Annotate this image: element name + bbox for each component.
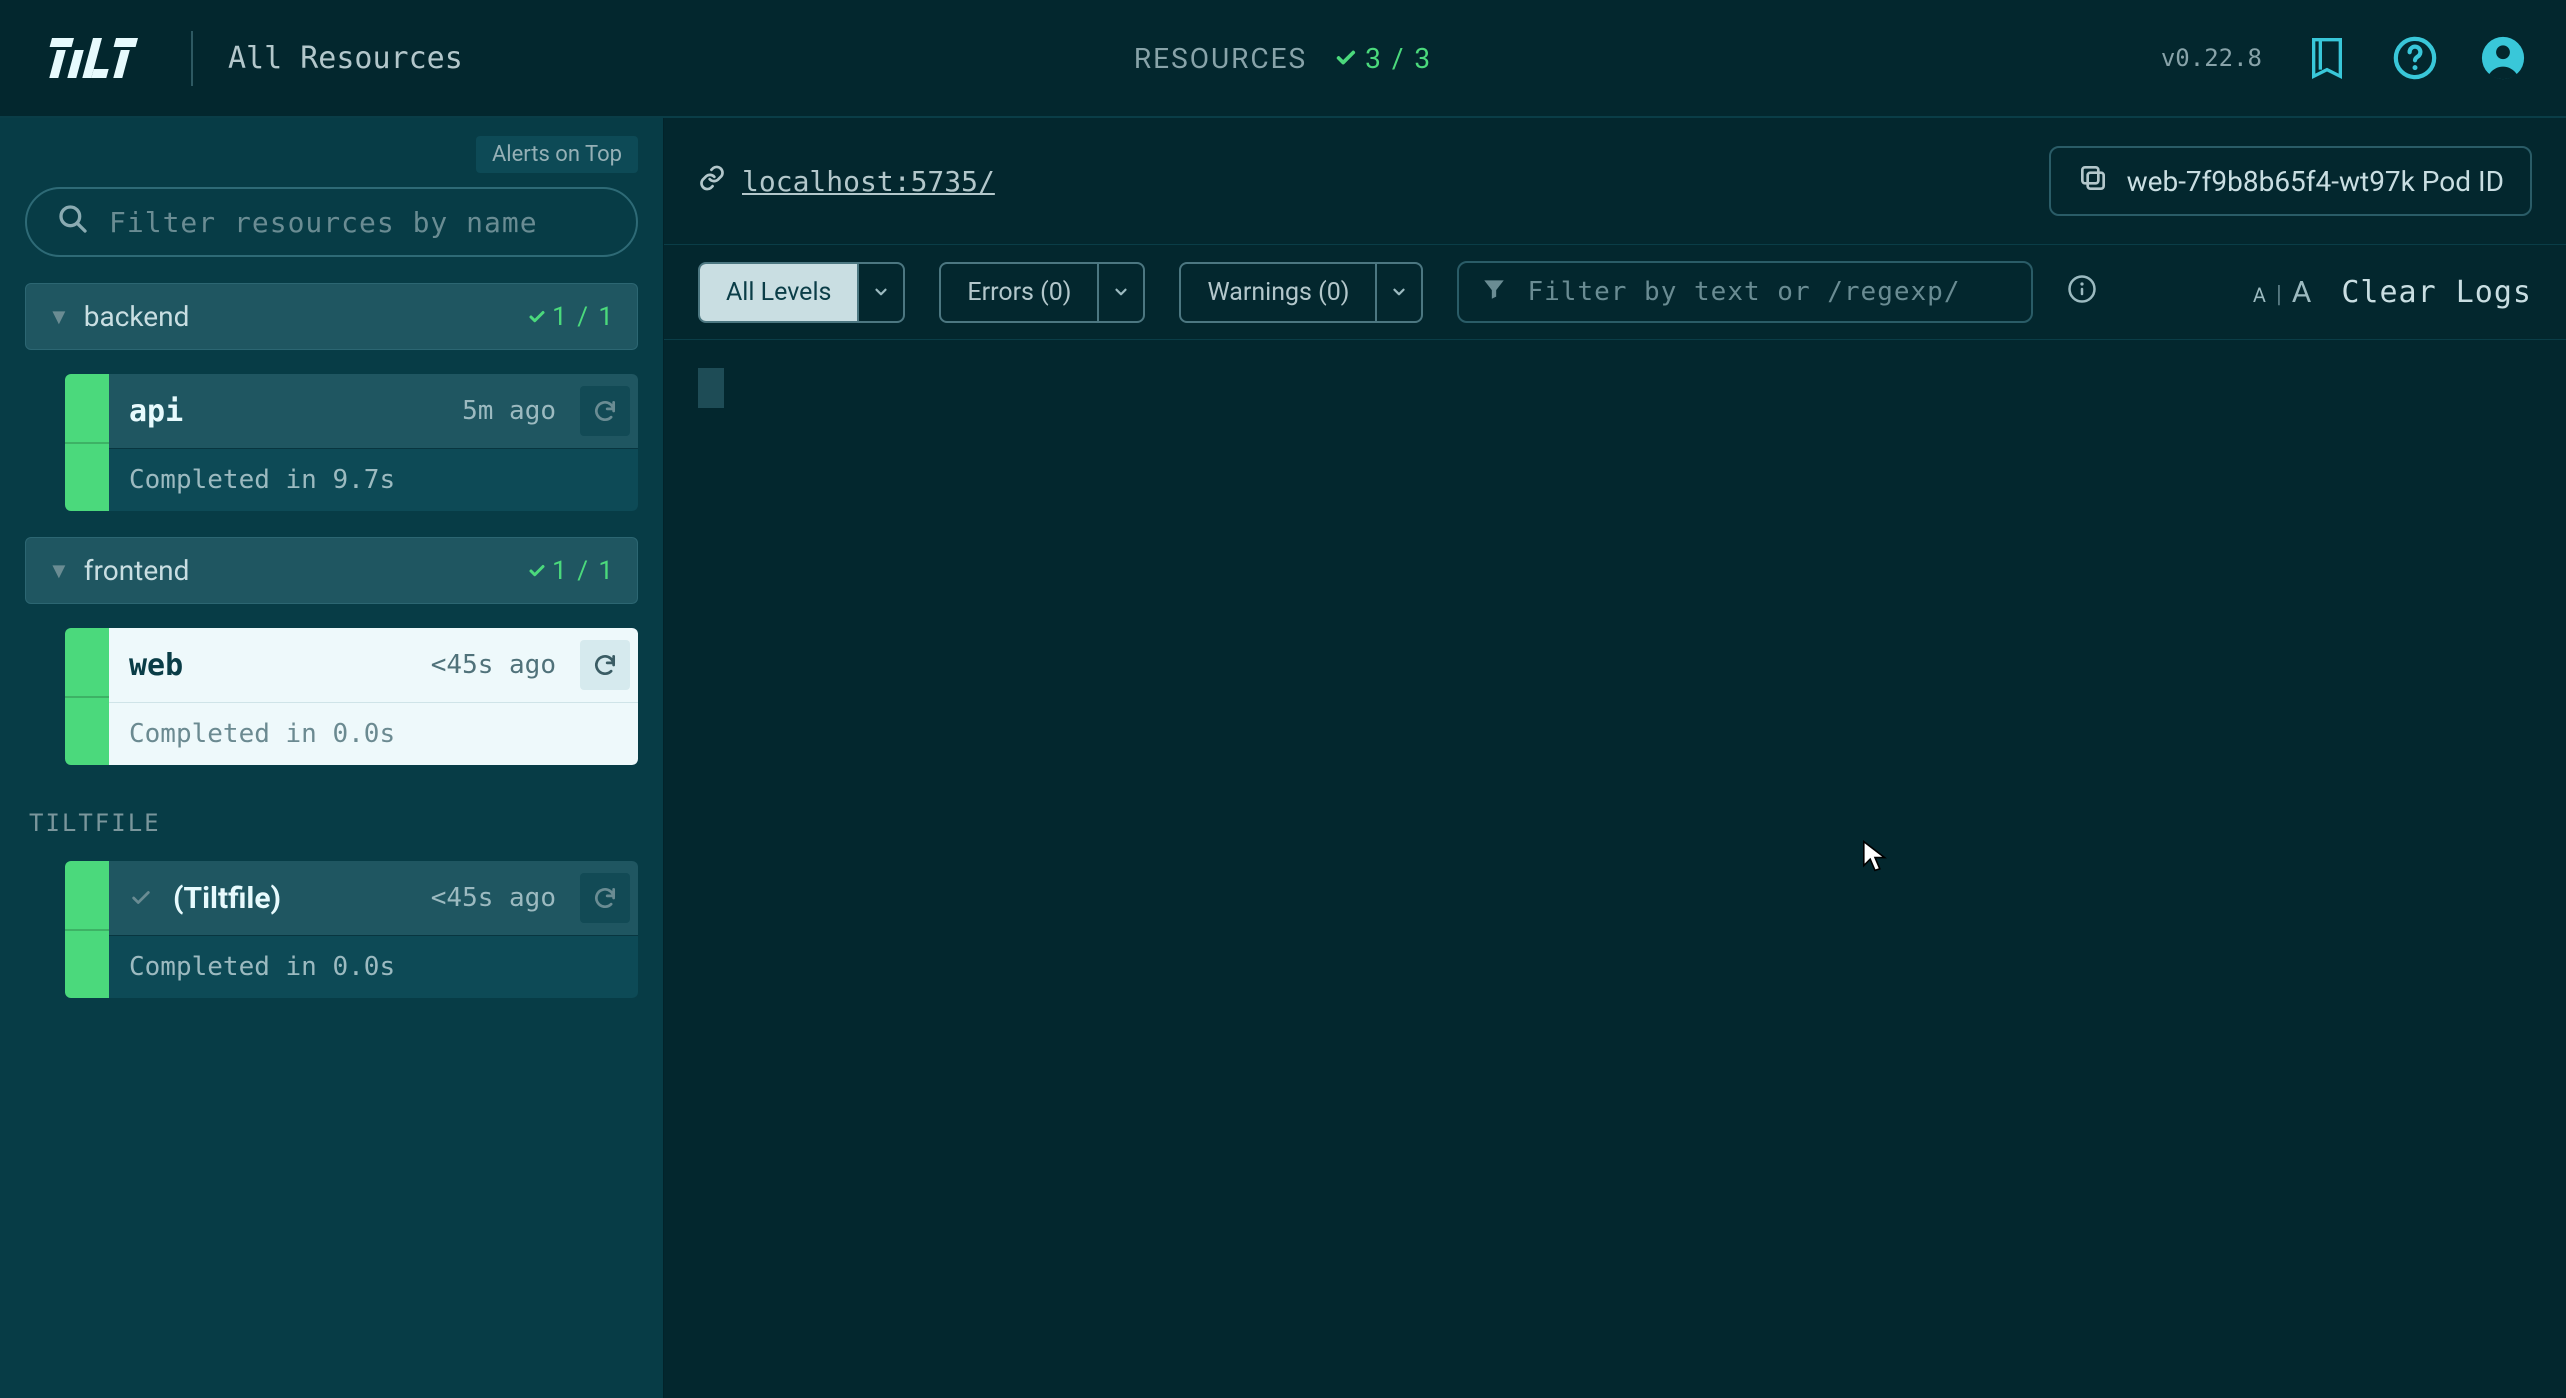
- font-large-icon: A: [2292, 275, 2312, 310]
- logo-divider: [191, 31, 193, 86]
- group-count: 1 / 1: [528, 556, 615, 586]
- log-area[interactable]: [664, 340, 2566, 1398]
- sidebar: Alerts on Top ▼ backend 1 / 1: [0, 118, 664, 1398]
- resources-count: 3 / 3: [1335, 42, 1432, 75]
- resource-status: Completed in 0.0s: [109, 935, 638, 998]
- topbar-right: v0.22.8: [2161, 35, 2526, 81]
- main: Alerts on Top ▼ backend 1 / 1: [0, 118, 2566, 1398]
- topbar: All Resources RESOURCES 3 / 3 v0.22.8: [0, 0, 2566, 118]
- check-icon: [123, 880, 159, 916]
- snapshots-icon[interactable]: [2304, 35, 2350, 81]
- resource-name: (Tiltfile): [173, 881, 417, 916]
- status-bar: [65, 628, 109, 765]
- refresh-icon: [592, 652, 618, 678]
- pod-id-copy[interactable]: web-7f9b8b65f4-wt97k Pod ID: [2049, 146, 2532, 216]
- font-size-toggle[interactable]: A | A: [2253, 275, 2311, 310]
- version-label: v0.22.8: [2161, 44, 2262, 72]
- endpoint-url[interactable]: localhost:5735/: [742, 165, 995, 198]
- log-gutter: [698, 368, 724, 408]
- resource-name: web: [129, 648, 417, 683]
- tiltfile-section-label: TILTFILE: [29, 809, 638, 837]
- topbar-center: RESOURCES 3 / 3: [1134, 42, 1432, 75]
- group-name: backend: [84, 300, 528, 333]
- endpoint-link[interactable]: localhost:5735/: [698, 164, 995, 198]
- group-count: 1 / 1: [528, 302, 615, 332]
- check-icon: [528, 562, 546, 580]
- log-level-warnings: Warnings (0): [1179, 262, 1423, 323]
- resource-time: <45s ago: [431, 883, 556, 913]
- group-header-frontend[interactable]: ▼ frontend 1 / 1: [25, 537, 638, 604]
- log-level-errors: Errors (0): [939, 262, 1145, 323]
- group-name: frontend: [84, 554, 528, 587]
- toolbar-right: A | A Clear Logs: [2253, 275, 2532, 310]
- font-small-icon: A: [2253, 283, 2266, 307]
- resource-status: Completed in 9.7s: [109, 448, 638, 511]
- check-icon: [528, 308, 546, 326]
- resource-card-tiltfile[interactable]: (Tiltfile) <45s ago Completed in 0.0s: [65, 861, 638, 998]
- clear-logs-button[interactable]: Clear Logs: [2341, 275, 2532, 310]
- resource-time: <45s ago: [431, 650, 556, 680]
- group-header-backend[interactable]: ▼ backend 1 / 1: [25, 283, 638, 350]
- refresh-button[interactable]: [580, 386, 630, 436]
- resource-time: 5m ago: [462, 396, 556, 426]
- errors-button[interactable]: Errors (0): [941, 264, 1097, 321]
- chevron-down-icon: ▼: [48, 558, 70, 584]
- refresh-button[interactable]: [580, 640, 630, 690]
- content-pane: localhost:5735/ web-7f9b8b65f4-wt97k Pod…: [664, 118, 2566, 1398]
- log-toolbar: All Levels Errors (0) Warnings (0): [664, 244, 2566, 340]
- resource-status: Completed in 0.0s: [109, 702, 638, 765]
- resources-label: RESOURCES: [1134, 42, 1307, 75]
- chevron-down-icon: [1112, 283, 1130, 301]
- all-levels-dropdown[interactable]: [857, 264, 903, 321]
- copy-icon: [2077, 162, 2109, 200]
- cursor-icon: [1862, 840, 1888, 872]
- resource-filter[interactable]: [25, 187, 638, 257]
- chevron-down-icon: ▼: [48, 304, 70, 330]
- filter-icon: [1481, 276, 1507, 308]
- help-icon[interactable]: [2392, 35, 2438, 81]
- refresh-icon: [592, 885, 618, 911]
- account-icon[interactable]: [2480, 35, 2526, 81]
- refresh-icon: [592, 398, 618, 424]
- chevron-down-icon: [872, 283, 890, 301]
- all-levels-button[interactable]: All Levels: [700, 264, 857, 321]
- status-bar: [65, 861, 109, 998]
- log-level-all: All Levels: [698, 262, 905, 323]
- warnings-button[interactable]: Warnings (0): [1181, 264, 1375, 321]
- content-header: localhost:5735/ web-7f9b8b65f4-wt97k Pod…: [664, 118, 2566, 244]
- link-icon: [698, 164, 726, 198]
- pod-id-text: web-7f9b8b65f4-wt97k Pod ID: [2127, 165, 2504, 198]
- topbar-left: All Resources: [40, 31, 463, 86]
- errors-dropdown[interactable]: [1097, 264, 1143, 321]
- alerts-on-top-toggle[interactable]: Alerts on Top: [476, 136, 638, 173]
- tilt-logo[interactable]: [40, 38, 156, 78]
- resource-card-api[interactable]: api 5m ago Completed in 9.7s: [65, 374, 638, 511]
- search-icon: [57, 203, 89, 241]
- refresh-button[interactable]: [580, 873, 630, 923]
- check-icon: [1335, 47, 1357, 69]
- log-filter[interactable]: [1457, 261, 2033, 323]
- status-bar: [65, 374, 109, 511]
- resource-filter-input[interactable]: [109, 206, 606, 239]
- warnings-dropdown[interactable]: [1375, 264, 1421, 321]
- page-title: All Resources: [228, 41, 463, 76]
- resource-name: api: [129, 394, 448, 429]
- filter-info-icon[interactable]: [2067, 274, 2097, 310]
- resource-card-web[interactable]: web <45s ago Completed in 0.0s: [65, 628, 638, 765]
- log-filter-input[interactable]: [1527, 277, 2009, 307]
- chevron-down-icon: [1390, 283, 1408, 301]
